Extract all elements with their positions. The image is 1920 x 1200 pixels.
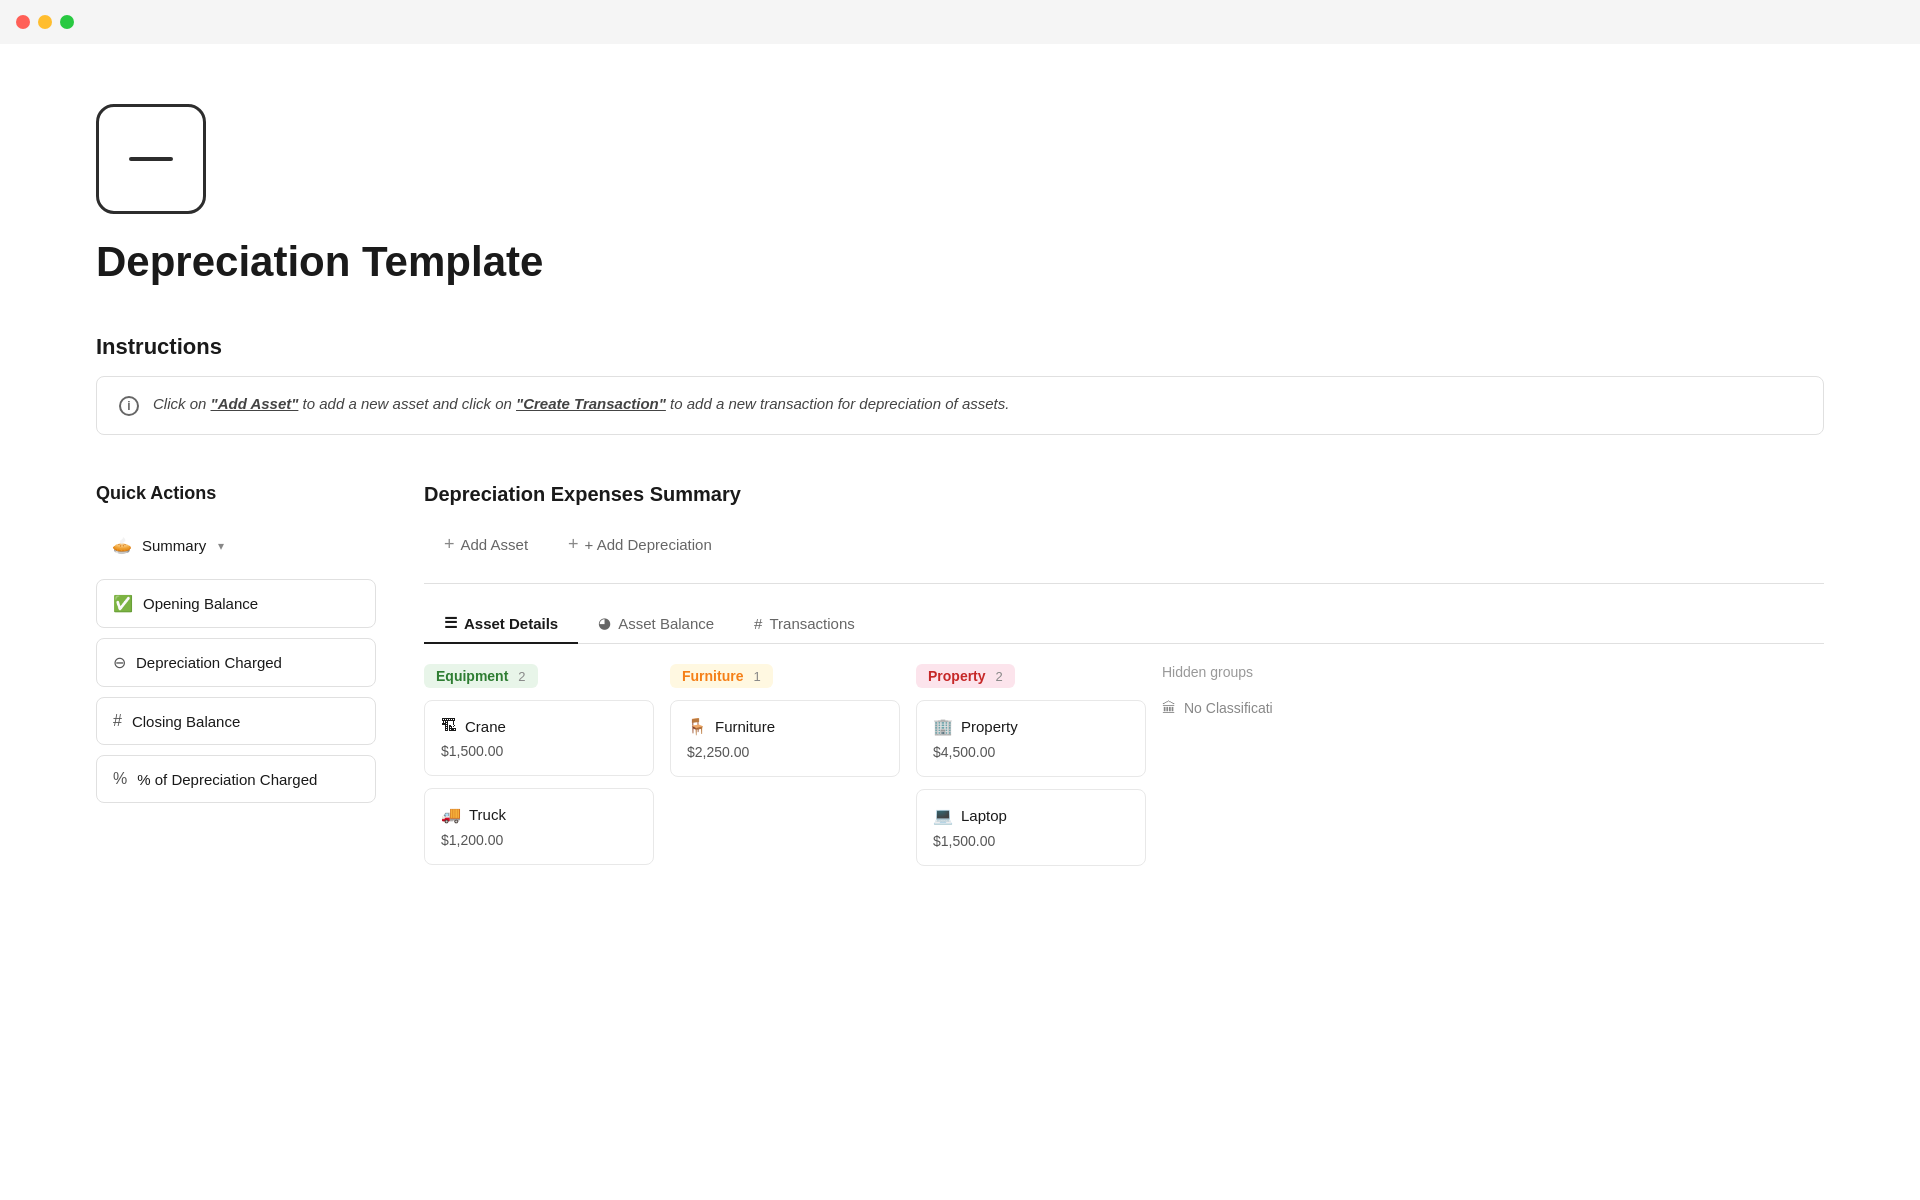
check-circle-icon: ✅ bbox=[113, 594, 133, 613]
property-value: $4,500.00 bbox=[933, 744, 1129, 760]
instructions-box: i Click on "Add Asset" to add a new asse… bbox=[96, 376, 1824, 435]
sidebar: Quick Actions 🥧 Summary ▾ ✅ Opening Bala… bbox=[96, 483, 376, 813]
hash-tab-icon: # bbox=[754, 615, 762, 632]
sidebar-item-depreciation-charged-label: Depreciation Charged bbox=[136, 654, 282, 671]
asset-group-equipment: Equipment 2 🏗 Crane $1,500.00 🚚 Tru bbox=[424, 664, 654, 878]
asset-group-furniture: Furniture 1 🪑 Furniture $2,250.00 bbox=[670, 664, 900, 878]
plus-icon-2: + bbox=[568, 534, 579, 555]
percent-icon: % bbox=[113, 770, 127, 788]
pie-icon: ◕ bbox=[598, 614, 611, 632]
truck-icon: 🚚 bbox=[441, 805, 461, 824]
furniture-count: 1 bbox=[753, 669, 760, 684]
sidebar-item-pct-depreciation-label: % of Depreciation Charged bbox=[137, 771, 317, 788]
add-depreciation-label: + Add Depreciation bbox=[585, 536, 712, 553]
furniture-card[interactable]: 🪑 Furniture $2,250.00 bbox=[670, 700, 900, 777]
truck-name: 🚚 Truck bbox=[441, 805, 637, 824]
page-icon bbox=[96, 104, 1824, 214]
minimize-button[interactable] bbox=[38, 15, 52, 29]
no-classification-item: 🏛 No Classificati bbox=[1162, 692, 1342, 724]
tabs-row: ☰ Asset Details ◕ Asset Balance # Transa… bbox=[424, 604, 1824, 644]
crane-icon: 🏗 bbox=[441, 717, 457, 735]
sidebar-item-pct-depreciation[interactable]: % % of Depreciation Charged bbox=[96, 755, 376, 803]
building-icon: 🏛 bbox=[1162, 700, 1176, 716]
no-classification-label: No Classificati bbox=[1184, 700, 1273, 716]
property-badge: Property 2 bbox=[916, 664, 1015, 688]
page-title: Depreciation Template bbox=[96, 238, 1824, 286]
tab-asset-balance-label: Asset Balance bbox=[618, 615, 714, 632]
equipment-label: Equipment bbox=[436, 668, 508, 684]
main-area: Depreciation Expenses Summary + Add Asse… bbox=[424, 483, 1824, 878]
sidebar-item-closing-balance[interactable]: # Closing Balance bbox=[96, 697, 376, 745]
hidden-groups-label: Hidden groups bbox=[1162, 664, 1342, 680]
property-card[interactable]: 🏢 Property $4,500.00 bbox=[916, 700, 1146, 777]
close-button[interactable] bbox=[16, 15, 30, 29]
truck-card[interactable]: 🚚 Truck $1,200.00 bbox=[424, 788, 654, 865]
add-asset-button[interactable]: + Add Asset bbox=[424, 526, 548, 563]
chevron-down-icon: ▾ bbox=[218, 539, 224, 553]
icon-box bbox=[96, 104, 206, 214]
titlebar bbox=[0, 0, 1920, 44]
minus-icon bbox=[129, 157, 173, 161]
instructions-text: Click on "Add Asset" to add a new asset … bbox=[153, 395, 1009, 412]
add-asset-link[interactable]: "Add Asset" bbox=[211, 395, 299, 412]
furniture-asset-name: 🪑 Furniture bbox=[687, 717, 883, 736]
equipment-count: 2 bbox=[518, 669, 525, 684]
minus-circle-icon: ⊖ bbox=[113, 653, 126, 672]
laptop-card[interactable]: 💻 Laptop $1,500.00 bbox=[916, 789, 1146, 866]
pie-chart-icon: 🥧 bbox=[112, 536, 132, 555]
tab-asset-balance[interactable]: ◕ Asset Balance bbox=[578, 604, 734, 644]
asset-group-property: Property 2 🏢 Property $4,500.00 💻 L bbox=[916, 664, 1146, 878]
main-content: Depreciation Template Instructions i Cli… bbox=[0, 0, 1920, 878]
add-depreciation-button[interactable]: + + Add Depreciation bbox=[548, 526, 732, 563]
sidebar-item-summary-label: Summary bbox=[142, 537, 206, 554]
crane-card[interactable]: 🏗 Crane $1,500.00 bbox=[424, 700, 654, 776]
sidebar-item-summary[interactable]: 🥧 Summary ▾ bbox=[96, 522, 376, 569]
equipment-badge: Equipment 2 bbox=[424, 664, 538, 688]
laptop-asset-name: 💻 Laptop bbox=[933, 806, 1129, 825]
tab-transactions-label: Transactions bbox=[769, 615, 854, 632]
truck-value: $1,200.00 bbox=[441, 832, 637, 848]
furniture-badge: Furniture 1 bbox=[670, 664, 773, 688]
furniture-value: $2,250.00 bbox=[687, 744, 883, 760]
add-asset-label: Add Asset bbox=[461, 536, 529, 553]
main-area-title: Depreciation Expenses Summary bbox=[424, 483, 1824, 506]
sidebar-item-opening-balance-label: Opening Balance bbox=[143, 595, 258, 612]
laptop-value: $1,500.00 bbox=[933, 833, 1129, 849]
info-icon: i bbox=[119, 396, 139, 416]
tab-asset-details[interactable]: ☰ Asset Details bbox=[424, 604, 578, 644]
sidebar-item-opening-balance[interactable]: ✅ Opening Balance bbox=[96, 579, 376, 628]
tab-transactions[interactable]: # Transactions bbox=[734, 604, 875, 644]
hash-icon: # bbox=[113, 712, 122, 730]
sidebar-item-depreciation-charged[interactable]: ⊖ Depreciation Charged bbox=[96, 638, 376, 687]
create-transaction-link[interactable]: "Create Transaction" bbox=[516, 395, 666, 412]
property-count: 2 bbox=[996, 669, 1003, 684]
action-row: + Add Asset + + Add Depreciation bbox=[424, 526, 1824, 584]
sidebar-item-closing-balance-label: Closing Balance bbox=[132, 713, 240, 730]
maximize-button[interactable] bbox=[60, 15, 74, 29]
laptop-icon: 💻 bbox=[933, 806, 953, 825]
property-asset-name: 🏢 Property bbox=[933, 717, 1129, 736]
furniture-icon: 🪑 bbox=[687, 717, 707, 736]
plus-icon: + bbox=[444, 534, 455, 555]
tab-asset-details-label: Asset Details bbox=[464, 615, 558, 632]
asset-groups: Equipment 2 🏗 Crane $1,500.00 🚚 Tru bbox=[424, 664, 1824, 878]
two-column-layout: Quick Actions 🥧 Summary ▾ ✅ Opening Bala… bbox=[96, 483, 1824, 878]
property-icon: 🏢 bbox=[933, 717, 953, 736]
furniture-label: Furniture bbox=[682, 668, 743, 684]
sidebar-section-title: Quick Actions bbox=[96, 483, 376, 504]
table-icon: ☰ bbox=[444, 614, 457, 632]
crane-value: $1,500.00 bbox=[441, 743, 637, 759]
instructions-heading: Instructions bbox=[96, 334, 1824, 360]
hidden-groups: Hidden groups 🏛 No Classificati bbox=[1162, 664, 1342, 878]
property-label: Property bbox=[928, 668, 986, 684]
crane-name: 🏗 Crane bbox=[441, 717, 637, 735]
